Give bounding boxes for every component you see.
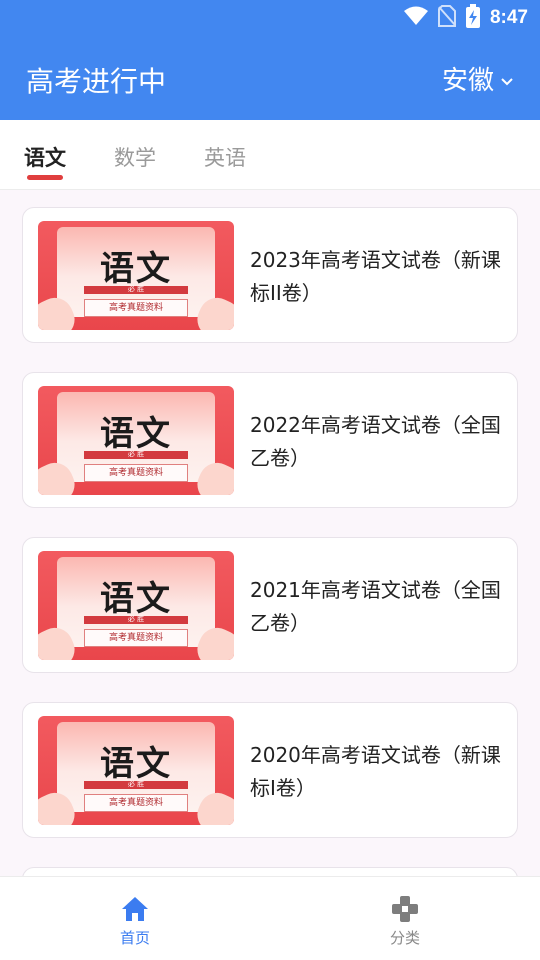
paper-card-partial[interactable] (22, 867, 518, 876)
paper-card[interactable]: 语文 必 胜 高考真题资料 2020年高考语文试卷（新课标I卷） (22, 702, 518, 838)
subject-tabs: 语文 数学 英语 (0, 120, 540, 190)
category-icon (391, 895, 419, 923)
chevron-down-icon (500, 64, 514, 94)
paper-title: 2023年高考语文试卷（新课标II卷） (250, 248, 501, 305)
tab-english[interactable]: 英语 (204, 142, 246, 172)
paper-card[interactable]: 语文 必 胜 高考真题资料 2022年高考语文试卷（全国乙卷） (22, 372, 518, 508)
no-sim-icon (437, 5, 456, 31)
paper-title: 2022年高考语文试卷（全国乙卷） (250, 413, 501, 470)
paper-thumbnail: 语文 必 胜 高考真题资料 (38, 551, 234, 660)
thumbnail-paper: 语文 必 胜 高考真题资料 (57, 722, 215, 812)
nav-home[interactable]: 首页 (0, 877, 270, 960)
status-time: 8:47 (489, 7, 528, 28)
home-icon (121, 895, 149, 923)
thumbnail-caption: 高考真题资料 (84, 629, 188, 647)
thumbnail-band-text: 必 胜 (127, 285, 145, 293)
thumbnail-band-text: 必 胜 (127, 450, 145, 458)
paper-list[interactable]: 语文 必 胜 高考真题资料 2023年高考语文试卷（新课标II卷） 语文 必 胜… (0, 190, 540, 876)
status-icons: 8:47 (403, 4, 528, 32)
thumbnail-band-text: 必 胜 (127, 780, 145, 788)
thumbnail-subject: 语文 (100, 579, 172, 619)
region-label: 安徽 (441, 66, 494, 96)
paper-thumbnail: 语文 必 胜 高考真题资料 (38, 716, 234, 825)
app-title: 高考进行中 (26, 65, 167, 98)
app-bar: 高考进行中 安徽 (0, 36, 540, 120)
paper-title: 2020年高考语文试卷（新课标I卷） (250, 743, 501, 800)
paper-title: 2021年高考语文试卷（全国乙卷） (250, 578, 501, 635)
tab-chinese[interactable]: 语文 (24, 142, 66, 172)
nav-category[interactable]: 分类 (270, 877, 540, 960)
paper-card[interactable]: 语文 必 胜 高考真题资料 2023年高考语文试卷（新课标II卷） (22, 207, 518, 343)
region-selector[interactable]: 安徽 (442, 60, 514, 97)
thumbnail-band: 必 胜 (84, 450, 188, 459)
bottom-nav: 首页 分类 (0, 876, 540, 960)
thumbnail-paper: 语文 必 胜 高考真题资料 (57, 227, 215, 317)
thumbnail-subject: 语文 (100, 414, 172, 454)
thumbnail-band: 必 胜 (84, 780, 188, 789)
thumbnail-band: 必 胜 (84, 615, 188, 624)
paper-thumbnail: 语文 必 胜 高考真题资料 (38, 221, 234, 330)
battery-charging-icon (465, 4, 480, 32)
thumbnail-band-text: 必 胜 (127, 615, 145, 623)
thumbnail-paper: 语文 必 胜 高考真题资料 (57, 557, 215, 647)
thumbnail-caption: 高考真题资料 (84, 299, 188, 317)
thumbnail-subject: 语文 (100, 249, 172, 289)
wifi-icon (403, 6, 428, 30)
active-tab-indicator (27, 175, 63, 180)
thumbnail-paper: 语文 必 胜 高考真题资料 (57, 392, 215, 482)
nav-category-label: 分类 (389, 929, 420, 947)
paper-thumbnail: 语文 必 胜 高考真题资料 (38, 386, 234, 495)
thumbnail-subject: 语文 (100, 744, 172, 784)
tab-math[interactable]: 数学 (114, 142, 156, 172)
thumbnail-caption: 高考真题资料 (84, 794, 188, 812)
paper-card[interactable]: 语文 必 胜 高考真题资料 2021年高考语文试卷（全国乙卷） (22, 537, 518, 673)
thumbnail-band: 必 胜 (84, 285, 188, 294)
nav-home-label: 首页 (119, 929, 150, 947)
status-bar: 8:47 (0, 0, 540, 36)
thumbnail-caption: 高考真题资料 (84, 464, 188, 482)
